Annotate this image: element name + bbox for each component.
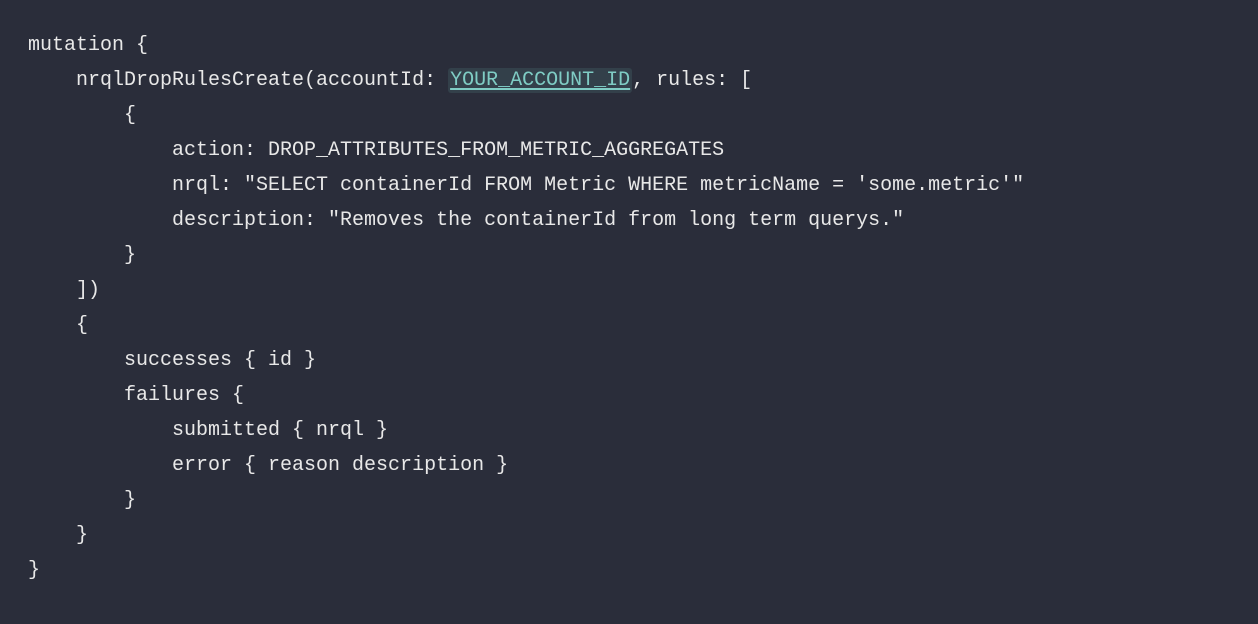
- code-line: }: [28, 518, 1258, 553]
- code-line: nrql: "SELECT containerId FROM Metric WH…: [28, 168, 1258, 203]
- code-line: }: [28, 483, 1258, 518]
- code-line: description: "Removes the containerId fr…: [28, 203, 1258, 238]
- code-line: failures {: [28, 378, 1258, 413]
- code-text: , rules: [: [632, 69, 752, 92]
- code-line: {: [28, 308, 1258, 343]
- code-line: submitted { nrql }: [28, 413, 1258, 448]
- code-line: ]): [28, 273, 1258, 308]
- code-line: }: [28, 553, 1258, 588]
- code-line: {: [28, 98, 1258, 133]
- account-id-placeholder: YOUR_ACCOUNT_ID: [448, 68, 632, 93]
- code-line: mutation {: [28, 28, 1258, 63]
- code-line: }: [28, 238, 1258, 273]
- code-line: error { reason description }: [28, 448, 1258, 483]
- code-text: nrqlDropRulesCreate(accountId:: [28, 69, 448, 92]
- code-line: action: DROP_ATTRIBUTES_FROM_METRIC_AGGR…: [28, 133, 1258, 168]
- code-line: successes { id }: [28, 343, 1258, 378]
- code-block: mutation { nrqlDropRulesCreate(accountId…: [28, 28, 1258, 588]
- code-line: nrqlDropRulesCreate(accountId: YOUR_ACCO…: [28, 63, 1258, 98]
